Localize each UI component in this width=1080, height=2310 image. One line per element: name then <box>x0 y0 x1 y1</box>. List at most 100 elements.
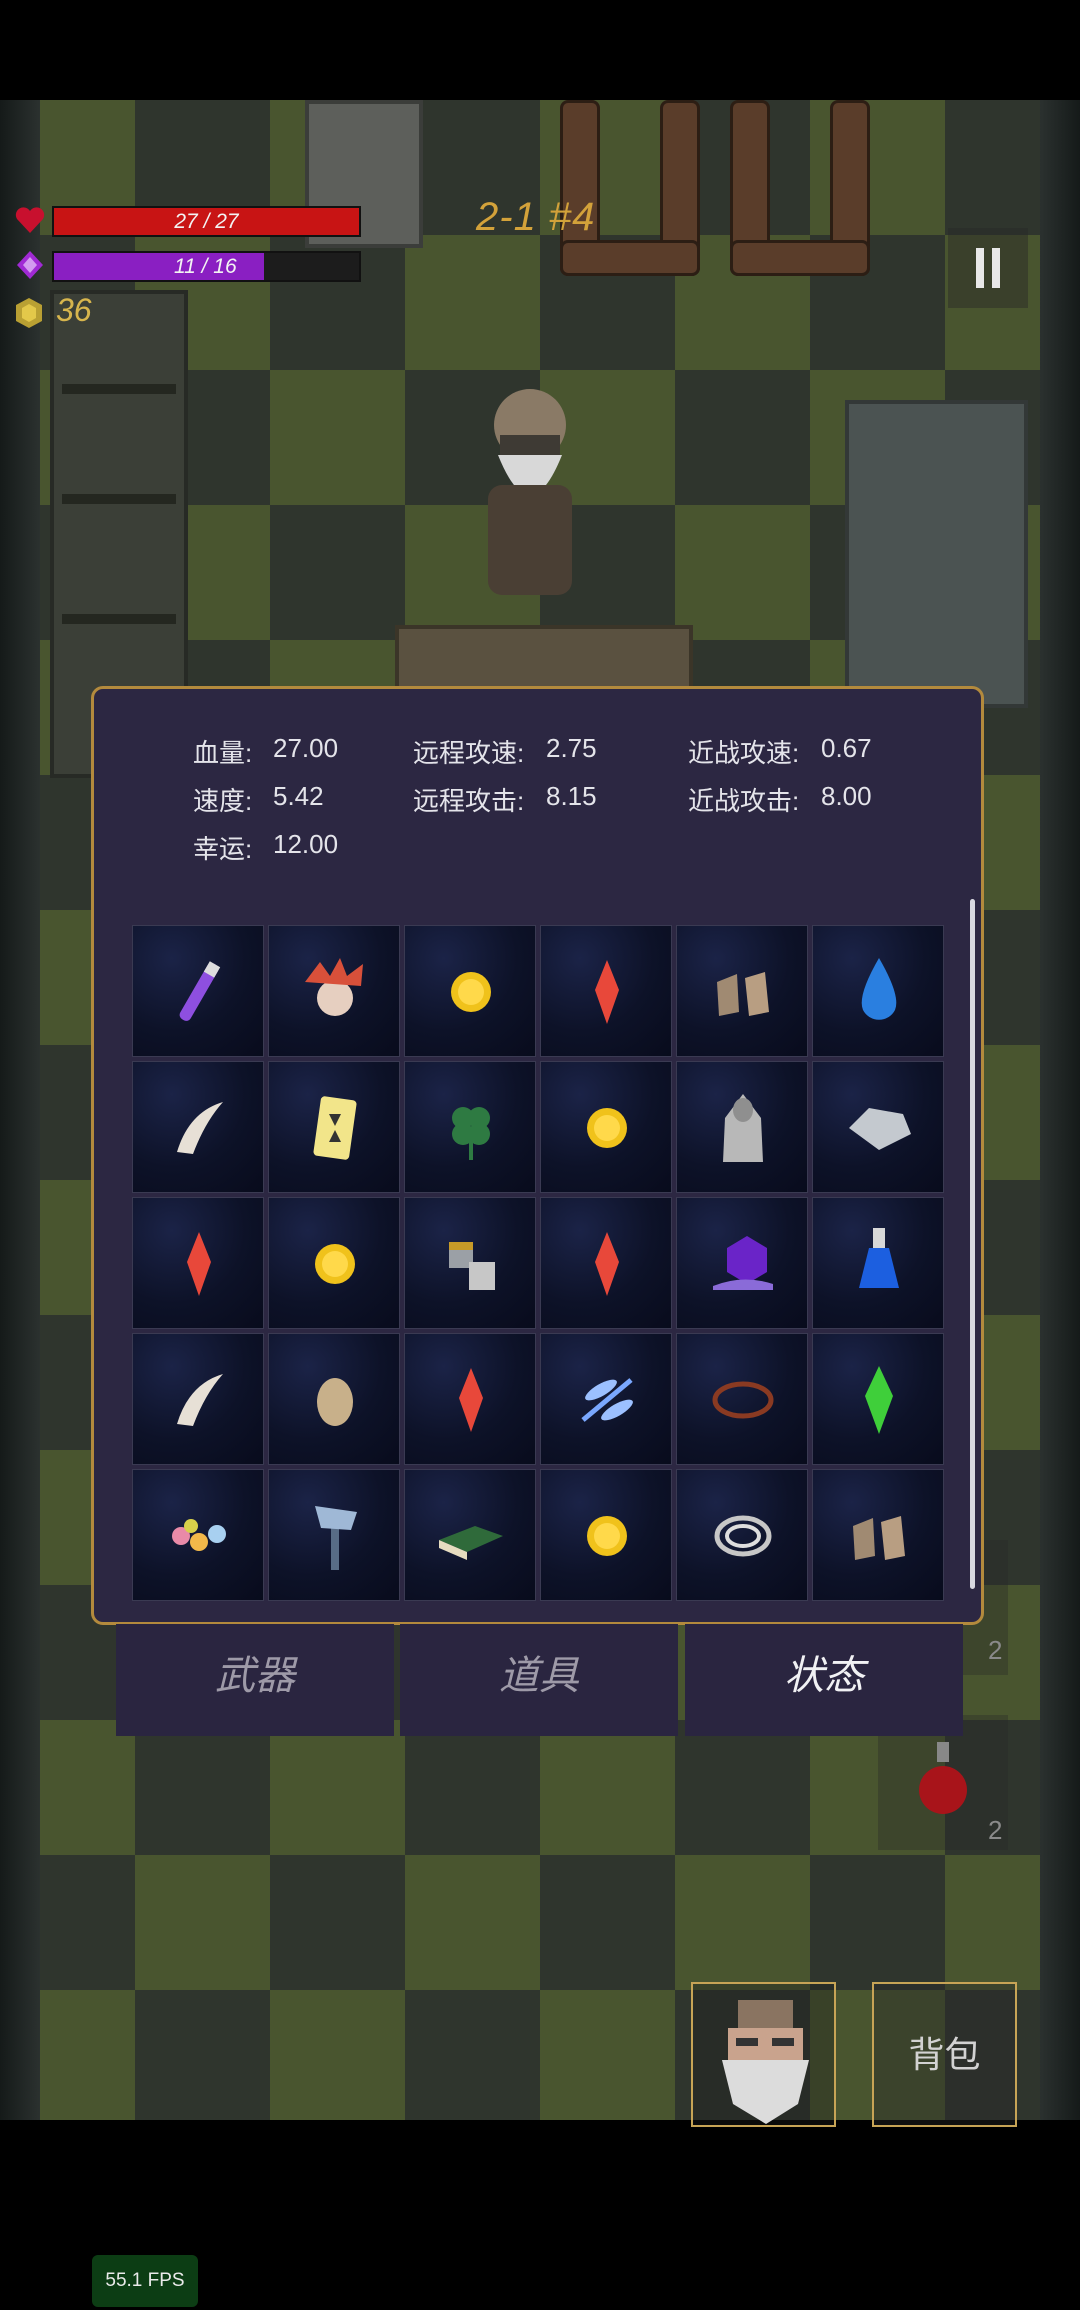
stat-label: 速度: <box>193 786 253 816</box>
hp-bar: 27 / 27 <box>52 206 361 237</box>
red-crystal-icon <box>595 1232 619 1296</box>
inventory-slot[interactable] <box>812 1333 944 1465</box>
stat-value: 5.42 <box>273 781 324 811</box>
inventory-slot[interactable] <box>268 1333 400 1465</box>
inventory-slot[interactable] <box>132 925 264 1057</box>
inventory-slot[interactable] <box>404 1333 536 1465</box>
green-crystal-icon <box>865 1366 893 1434</box>
stat-value: 27.00 <box>273 733 339 763</box>
inventory-slot[interactable] <box>404 1469 536 1601</box>
gauntlets-icon <box>449 1242 495 1290</box>
clover-icon <box>452 1107 490 1160</box>
inventory-slot[interactable] <box>676 925 808 1057</box>
red-feather-mask-icon <box>305 958 363 1016</box>
purple-snail-icon <box>713 1236 773 1290</box>
stat-label: 近战攻速: <box>688 738 800 768</box>
red-crystal-icon <box>187 1232 211 1296</box>
tab-label: 状态 <box>784 1654 864 1698</box>
copper-pipes <box>560 100 880 280</box>
stat-hp: 血量: 27.00 <box>193 733 338 770</box>
inventory-slot[interactable] <box>812 1197 944 1329</box>
backpack-button[interactable]: 背包 <box>872 1982 1017 2127</box>
inventory-slot[interactable] <box>540 1197 672 1329</box>
blue-potion-icon <box>859 1228 899 1288</box>
pause-button[interactable] <box>948 228 1028 308</box>
silver-rings-icon <box>714 1515 772 1557</box>
stat-value: 8.15 <box>546 781 597 811</box>
red-crystal-icon <box>459 1368 483 1432</box>
inventory-slot[interactable] <box>540 925 672 1057</box>
inventory-slot[interactable] <box>812 1469 944 1601</box>
stat-melee-speed: 近战攻速: 0.67 <box>688 733 872 770</box>
heart-icon <box>15 207 45 233</box>
stat-melee-attack: 近战攻击: 8.00 <box>688 781 872 818</box>
thorn-ring-icon <box>712 1381 774 1419</box>
inventory-slot[interactable] <box>268 925 400 1057</box>
inventory-slot[interactable] <box>268 1197 400 1329</box>
boots-icon <box>717 972 769 1016</box>
inventory-scrollbar[interactable] <box>970 899 975 1589</box>
inventory-grid <box>132 925 945 1605</box>
coin-icon <box>16 298 42 328</box>
inventory-slot[interactable] <box>404 1197 536 1329</box>
level-indicator: 2-1 #4 <box>476 195 596 239</box>
inventory-slot[interactable] <box>404 925 536 1057</box>
inventory-slot[interactable] <box>676 1197 808 1329</box>
horn-icon <box>177 1102 223 1154</box>
inventory-slot[interactable] <box>676 1061 808 1193</box>
green-book-icon <box>439 1526 503 1560</box>
hp-text: 27 / 27 <box>174 210 239 233</box>
inventory-slot[interactable] <box>540 1333 672 1465</box>
tab-status[interactable]: 状态 <box>685 1624 963 1736</box>
shop-price: 2 <box>988 1635 1003 1665</box>
stat-label: 幸运: <box>193 834 253 864</box>
stat-value: 0.67 <box>821 733 872 763</box>
inventory-slot[interactable] <box>676 1333 808 1465</box>
gold-coin-icon <box>451 972 491 1012</box>
inventory-slot[interactable] <box>812 925 944 1057</box>
boots-icon <box>853 1516 905 1560</box>
flower-wreath-icon <box>172 1519 226 1551</box>
inventory-slot[interactable] <box>540 1469 672 1601</box>
stat-label: 近战攻击: <box>688 786 800 816</box>
stat-label: 血量: <box>193 738 253 768</box>
inventory-slot[interactable] <box>132 1197 264 1329</box>
character-portrait-button[interactable] <box>691 1982 836 2127</box>
red-potion-icon <box>919 1742 967 1814</box>
inventory-slot[interactable] <box>812 1061 944 1193</box>
right-wall <box>1040 100 1080 2120</box>
stat-label: 远程攻速: <box>413 738 525 768</box>
coin-count: 36 <box>56 292 92 328</box>
purple-vial-icon <box>179 961 221 1021</box>
stat-ranged-speed: 远程攻速: 2.75 <box>413 733 597 770</box>
inventory-slot[interactable] <box>132 1469 264 1601</box>
blue-drop-icon <box>861 958 897 1020</box>
pause-icon <box>976 248 984 288</box>
shopkeeper-portrait-icon <box>722 2000 809 2124</box>
mana-crystal-icon <box>17 251 43 279</box>
stat-value: 8.00 <box>821 781 872 811</box>
inventory-slot[interactable] <box>132 1333 264 1465</box>
inventory-slot[interactable] <box>404 1061 536 1193</box>
status-panel: 血量: 27.00 远程攻速: 2.75 近战攻速: 0.67 速度: 5.42… <box>91 686 984 1625</box>
inventory-slot[interactable] <box>132 1061 264 1193</box>
inventory-slot[interactable] <box>268 1469 400 1601</box>
yellow-card-icon <box>313 1096 357 1160</box>
gold-coin-icon <box>315 1244 355 1284</box>
fps-counter: 55.1 FPS <box>92 2255 198 2307</box>
alchemy-table <box>845 400 1028 708</box>
inventory-slot[interactable] <box>676 1469 808 1601</box>
inventory-slot[interactable] <box>268 1061 400 1193</box>
stat-speed: 速度: 5.42 <box>193 781 324 818</box>
stat-value: 12.00 <box>273 829 339 859</box>
tab-items[interactable]: 道具 <box>400 1624 678 1736</box>
horn-icon <box>177 1374 223 1426</box>
mp-text: 11 / 16 <box>174 255 237 278</box>
shopkeeper-character <box>488 389 572 595</box>
dragonfly-icon <box>581 1378 633 1422</box>
tab-weapons[interactable]: 武器 <box>116 1624 394 1736</box>
stat-ranged-attack: 远程攻击: 8.15 <box>413 781 597 818</box>
inventory-slot[interactable] <box>540 1061 672 1193</box>
shop-price: 2 <box>988 1815 1003 1845</box>
stat-luck: 幸运: 12.00 <box>193 829 338 866</box>
